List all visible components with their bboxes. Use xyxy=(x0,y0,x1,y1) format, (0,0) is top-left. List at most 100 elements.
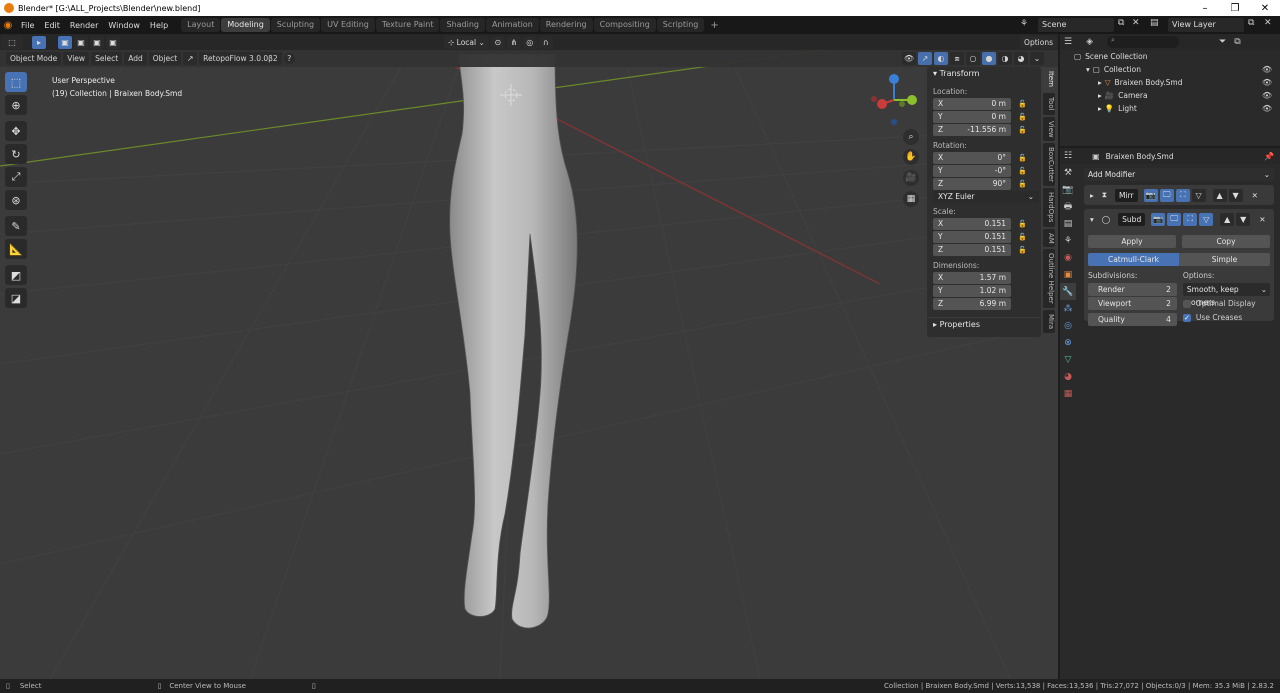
select-box-tool-icon[interactable]: ⬚ xyxy=(5,72,27,92)
visibility-eye-icon[interactable]: 👁 xyxy=(1262,89,1272,102)
lock-icon[interactable]: 🔓 xyxy=(1018,98,1027,110)
dimensions-z-field[interactable]: Z 6.99 m xyxy=(933,298,1011,310)
workspace-tab-uv-editing[interactable]: UV Editing xyxy=(321,18,375,32)
gizmo-toggle-icon[interactable]: ↗ xyxy=(918,52,932,65)
transform-orientation-dropdown[interactable]: ⊹ Local ⌄ xyxy=(444,35,489,49)
mesh-body[interactable] xyxy=(449,53,578,629)
visibility-icon[interactable]: 👁 xyxy=(902,52,916,65)
workspace-tab-animation[interactable]: Animation xyxy=(485,18,539,32)
workspace-tab-rendering[interactable]: Rendering xyxy=(539,18,593,32)
add-modifier-dropdown[interactable]: Add Modifier ⌄ xyxy=(1084,168,1274,181)
select-box-subtract-icon[interactable]: ▣ xyxy=(90,35,104,49)
transform-section[interactable]: ▾ Transform xyxy=(927,67,1041,81)
select-tool-icon[interactable]: ▸ xyxy=(32,35,46,49)
add-cube-tool-icon[interactable]: ◩ xyxy=(5,265,27,285)
outliner-item-mesh[interactable]: ▸ ▽ Braixen Body.Smd 👁 xyxy=(1060,76,1280,89)
expand-arrow-icon[interactable]: ▸ xyxy=(1098,89,1102,102)
3d-viewport[interactable]: ⬚ ▸ ▣ ▣ ▣ ▣ ⊹ Local ⌄ ⊙ ⋔ ◎ ∩ Options Ob… xyxy=(0,34,1058,679)
menu-help[interactable]: Help xyxy=(145,21,173,30)
outliner-root[interactable]: ▢ Scene Collection xyxy=(1060,50,1280,63)
move-up-icon[interactable]: ▲ xyxy=(1220,212,1235,226)
workspace-tab-layout[interactable]: Layout xyxy=(181,18,221,32)
workspace-tab-texture-paint[interactable]: Texture Paint xyxy=(375,18,440,32)
output-props-icon[interactable]: 🖶 xyxy=(1060,198,1076,215)
move-down-icon[interactable]: ▼ xyxy=(1228,188,1243,202)
quality-field[interactable]: Quality 4 xyxy=(1088,313,1177,326)
simple-toggle[interactable]: Simple xyxy=(1179,253,1270,266)
select-box-invert-icon[interactable]: ▣ xyxy=(106,35,120,49)
move-tool-icon[interactable]: ✥ xyxy=(5,121,27,141)
object-menu-extra-icon[interactable]: ↗ xyxy=(183,52,198,65)
constraints-props-icon[interactable]: ⊗ xyxy=(1060,334,1076,351)
lock-icon[interactable]: 🔓 xyxy=(1018,111,1027,123)
render-props-icon[interactable]: 📷 xyxy=(1060,181,1076,198)
options-dropdown[interactable]: Options xyxy=(1020,35,1057,49)
world-props-icon[interactable]: ◉ xyxy=(1060,249,1076,266)
scale-y-field[interactable]: Y 0.151 🔓 xyxy=(933,231,1027,243)
transform-tool-icon[interactable]: ⊛ xyxy=(5,190,27,210)
minimize-icon[interactable]: – xyxy=(1190,3,1220,14)
editor-type-icon[interactable]: ⬚ xyxy=(1,35,23,49)
view-layer-selector[interactable]: View Layer xyxy=(1168,18,1244,32)
object-menu[interactable]: Object xyxy=(148,52,182,65)
viewport-levels-field[interactable]: Viewport 2 xyxy=(1088,297,1177,310)
expand-arrow-icon[interactable]: ▸ xyxy=(1098,76,1102,89)
xray-icon[interactable]: ⧈ xyxy=(950,52,964,65)
workspace-tab-modeling[interactable]: Modeling xyxy=(221,18,270,32)
remove-modifier-icon[interactable]: ✕ xyxy=(1252,191,1258,200)
measure-tool-icon[interactable]: 📐 xyxy=(5,239,27,259)
sidebar-tab-mira[interactable]: Mira xyxy=(1043,310,1055,334)
retopoflow-menu[interactable]: RetopoFlow 3.0.0β2 xyxy=(199,52,282,65)
sidebar-tab-view[interactable]: View xyxy=(1043,116,1055,142)
lock-icon[interactable]: 🔓 xyxy=(1018,124,1027,136)
properties-editor-icon[interactable]: ☷ xyxy=(1064,151,1072,161)
wireframe-shading-icon[interactable]: ○ xyxy=(966,52,980,65)
menu-render[interactable]: Render xyxy=(65,21,103,30)
cage-toggle-icon[interactable]: ▽ xyxy=(1191,188,1206,202)
catmull-clark-toggle[interactable]: Catmull-Clark xyxy=(1088,253,1179,266)
lock-icon[interactable]: 🔓 xyxy=(1018,165,1027,177)
view-menu[interactable]: View xyxy=(63,52,90,65)
camera-view-icon[interactable]: 🎥 xyxy=(903,170,919,186)
ortho-toggle-icon[interactable]: ▦ xyxy=(903,191,919,207)
select-menu[interactable]: Select xyxy=(91,52,123,65)
delete-scene-icon[interactable]: ✕ xyxy=(1132,18,1140,28)
sidebar-tab-item[interactable]: Item xyxy=(1043,67,1055,91)
editmode-toggle-icon[interactable]: ⛶ xyxy=(1183,212,1198,226)
rotation-mode-dropdown[interactable]: XYZ Euler ⌄ xyxy=(933,191,1039,203)
select-box-new-icon[interactable]: ▣ xyxy=(58,35,72,49)
outliner-item-collection[interactable]: ▾ ▢ Collection 👁 xyxy=(1060,63,1280,76)
visibility-eye-icon[interactable]: 👁 xyxy=(1262,76,1272,89)
location-z-field[interactable]: Z -11.556 m 🔓 xyxy=(933,124,1027,136)
display-mode-icon[interactable]: ◈ xyxy=(1086,37,1093,47)
cage-toggle-icon[interactable]: ▽ xyxy=(1199,212,1214,226)
lock-icon[interactable]: 🔓 xyxy=(1018,178,1027,190)
mirror-modifier[interactable]: ▸ ⧗ Mirr 📷 🖵 ⛶ ▽ ▲ ▼ ✕ xyxy=(1084,185,1274,205)
rotation-x-field[interactable]: X 0° 🔓 xyxy=(933,152,1027,164)
menu-file[interactable]: File xyxy=(16,21,39,30)
select-box-extend-icon[interactable]: ▣ xyxy=(74,35,88,49)
outliner-editor-icon[interactable]: ☰ xyxy=(1064,37,1072,47)
overlay-toggle-icon[interactable]: ◐ xyxy=(934,52,948,65)
render-toggle-icon[interactable]: 📷 xyxy=(1151,212,1166,226)
object-props-icon[interactable]: ▣ xyxy=(1060,266,1076,283)
workspace-tab-compositing[interactable]: Compositing xyxy=(593,18,656,32)
viewport-toggle-icon[interactable]: 🖵 xyxy=(1159,188,1174,202)
subsurf-modifier-name[interactable]: Subd xyxy=(1118,212,1146,226)
lock-icon[interactable]: 🔓 xyxy=(1018,244,1027,256)
optimal-display-checkbox[interactable] xyxy=(1182,299,1191,308)
move-down-icon[interactable]: ▼ xyxy=(1236,212,1251,226)
material-shading-icon[interactable]: ◑ xyxy=(998,52,1012,65)
rendered-shading-icon[interactable]: ◕ xyxy=(1014,52,1028,65)
sidebar-tab-am[interactable]: AM xyxy=(1043,228,1055,248)
menu-edit[interactable]: Edit xyxy=(39,21,65,30)
sidebar-tab-hardops[interactable]: HardOps xyxy=(1043,188,1055,227)
mirror-modifier-name[interactable]: Mirr xyxy=(1115,188,1138,202)
outliner-search-input[interactable]: ⌕ xyxy=(1107,36,1179,48)
modifier-props-icon[interactable]: 🔧 xyxy=(1060,283,1076,300)
scale-tool-icon[interactable]: ⤢ xyxy=(5,167,27,187)
help-icon[interactable]: ? xyxy=(283,53,295,64)
mode-dropdown[interactable]: Object Mode xyxy=(6,52,62,65)
collapse-arrow-icon[interactable]: ▾ xyxy=(1090,215,1094,224)
view-layer-props-icon[interactable]: ▤ xyxy=(1060,215,1076,232)
